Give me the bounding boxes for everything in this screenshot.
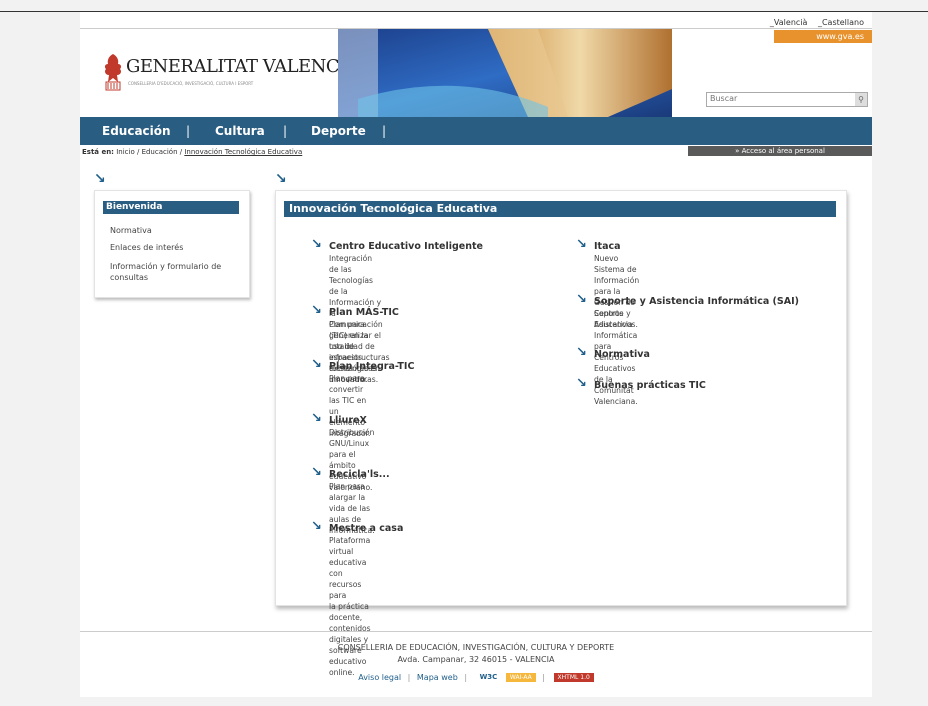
breadcrumb: Está en: Inicio / Educación / Innovación…	[82, 148, 302, 156]
main-panel: Innovación Tecnológica Educativa ↘ Centr…	[275, 190, 847, 677]
diagonal-arrow-icon: ↘	[576, 292, 587, 307]
diagonal-arrow-icon: ↘	[311, 357, 322, 372]
logo-subtitle: CONSELLERIA D'EDUCACIÓ, INVESTIGACIÓ, CU…	[128, 81, 254, 86]
desc-line: Plataforma virtual educativa con recurso…	[329, 536, 371, 600]
lang-valenciano-link[interactable]: _Valencià	[770, 18, 808, 27]
item-title[interactable]: Centro Educativo Inteligente	[329, 241, 483, 252]
header-banner-image	[338, 29, 672, 117]
sidebar-title: Bienvenida	[103, 201, 239, 214]
footer-address: Avda. Campanar, 32 46015 - VALENCIA	[397, 655, 555, 664]
diagonal-arrow-icon: ↘	[311, 519, 322, 534]
nav-separator: |	[382, 124, 387, 138]
item-title[interactable]: Recicla'ls...	[329, 469, 390, 480]
page-container: _Valencià _Castellano www.gva.es GENERAL…	[80, 12, 872, 697]
item-title[interactable]: Normativa	[594, 349, 650, 360]
diagonal-arrow-icon: ↘	[311, 411, 322, 426]
nav-separator: |	[186, 124, 191, 138]
item-title[interactable]: Soporte y Asistencia Informática (SAI)	[594, 296, 799, 307]
breadcrumb-current[interactable]: Innovación Tecnológica Educativa	[184, 148, 302, 156]
diagonal-arrow-icon: ↘	[576, 345, 587, 360]
footer-divider	[80, 631, 872, 632]
nav-deporte[interactable]: Deporte	[311, 117, 366, 145]
nav-separator: |	[283, 124, 288, 138]
item-title[interactable]: Buenas prácticas TIC	[594, 380, 706, 391]
aviso-legal-link[interactable]: Aviso legal	[358, 673, 401, 682]
sidebar-item-enlaces[interactable]: Enlaces de interés	[110, 242, 183, 253]
main-title: Innovación Tecnológica Educativa	[284, 201, 836, 217]
w3c-badge[interactable]: W3C	[476, 673, 502, 682]
item-title[interactable]: LliureX	[329, 415, 367, 426]
breadcrumb-path[interactable]: Inicio / Educación /	[116, 148, 182, 156]
lang-castellano-link[interactable]: _Castellano	[818, 18, 864, 27]
sidebar-item-informacion-cont[interactable]: consultas	[110, 272, 148, 283]
sidebar-item-informacion[interactable]: Información y formulario de	[110, 261, 221, 272]
item-title[interactable]: Itaca	[594, 241, 621, 252]
sidebar-item-normativa[interactable]: Normativa	[110, 225, 152, 236]
nav-cultura[interactable]: Cultura	[215, 117, 265, 145]
diagonal-arrow-icon: ↘	[576, 376, 587, 391]
desc-line: la práctica docente, contenidos digitale…	[329, 602, 371, 644]
diagonal-arrow-icon: ↘	[311, 237, 322, 252]
footer-org: CONSELLERIA DE EDUCACIÓN, INVESTIGACIÓN,…	[337, 643, 615, 652]
xhtml-badge[interactable]: XHTML 1.0	[553, 673, 594, 682]
language-links: _Valencià _Castellano	[762, 18, 864, 27]
diagonal-arrow-icon: ↘	[576, 237, 587, 252]
footer-separator: |	[542, 673, 545, 682]
search-input[interactable]	[707, 93, 853, 104]
desc-line: Integración de las Tecnologías de la	[329, 254, 373, 296]
nav-educacion[interactable]: Educación	[102, 117, 171, 145]
wai-aa-badge[interactable]: WAI-AA	[505, 673, 536, 682]
diagonal-arrow-icon: ↘	[94, 171, 106, 187]
mapa-web-link[interactable]: Mapa web	[417, 673, 458, 682]
personal-area-button[interactable]: » Acceso al área personal	[688, 146, 872, 156]
diagonal-arrow-icon: ↘	[311, 465, 322, 480]
diagonal-arrow-icon: ↘	[275, 171, 287, 187]
breadcrumb-prefix: Está en:	[82, 148, 114, 156]
gva-link[interactable]: www.gva.es	[774, 30, 872, 43]
footer-separator: |	[407, 673, 411, 682]
footer-separator: |	[464, 673, 468, 682]
desc-line: Distribución GNU/Linux para el ámbito	[329, 428, 375, 470]
footer-links: Aviso legal | Mapa web | W3C WAI-AA | XH…	[80, 673, 872, 682]
search-box: ⚲	[706, 92, 868, 107]
desc-line: Plan para generalizar el uso de	[329, 320, 381, 351]
item-title[interactable]: Plan Integra-TIC	[329, 361, 414, 372]
gva-bat-logo-icon	[104, 54, 122, 91]
search-icon[interactable]: ⚲	[855, 93, 867, 106]
desc-line: Plan para alargar la vida de las aulas d…	[329, 482, 371, 524]
diagonal-arrow-icon: ↘	[311, 303, 322, 318]
main-navbar: Educación | Cultura | Deporte |	[80, 117, 872, 145]
sidebar-panel: Bienvenida Normativa Enlaces de interés …	[94, 190, 250, 298]
item-title[interactable]: Plan MÁS-TIC	[329, 307, 399, 318]
item-title[interactable]: Mestre a casa	[329, 523, 403, 534]
logo[interactable]: GENERALITAT VALENCIANA CONSELLERIA D'EDU…	[102, 52, 387, 102]
